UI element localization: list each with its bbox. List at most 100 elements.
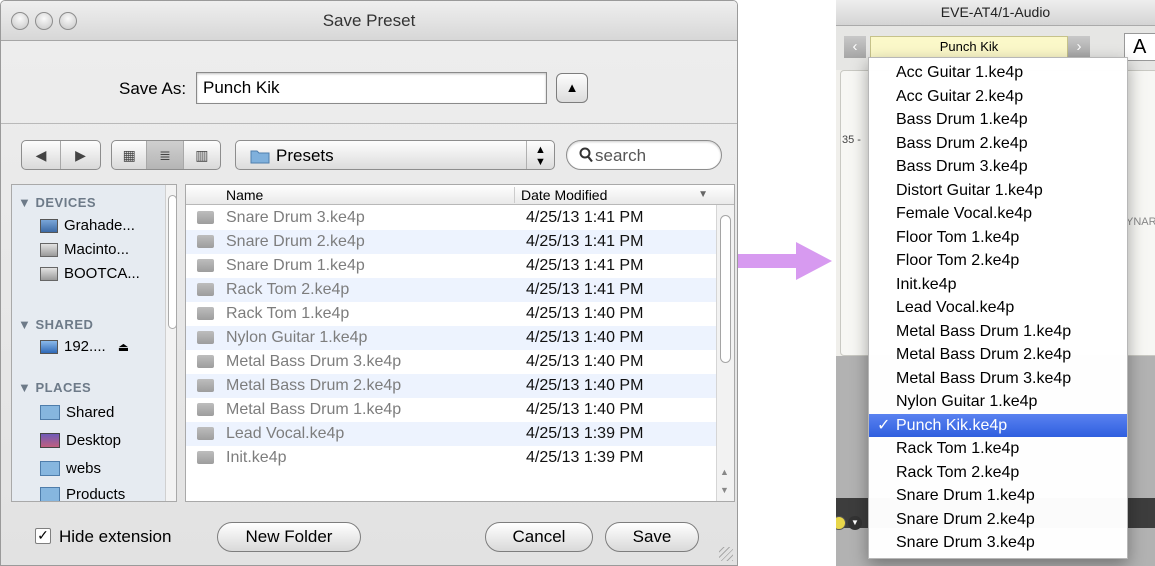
preset-name-field[interactable]: Punch Kik: [870, 36, 1068, 58]
file-list: Name Date Modified ▼ Snare Drum 3.ke4p 4/…: [185, 184, 735, 502]
file-row[interactable]: Metal Bass Drum 2.ke4p 4/25/13 1:40 PM: [186, 374, 716, 398]
forward-button[interactable]: ▶: [61, 141, 100, 169]
menu-item[interactable]: Lead Vocal.ke4p: [869, 296, 1127, 320]
menu-item[interactable]: Bass Drum 3.ke4p: [869, 155, 1127, 179]
menu-item[interactable]: Metal Bass Drum 1.ke4p: [869, 320, 1127, 344]
places-header[interactable]: ▼ PLACES: [18, 380, 91, 395]
file-icon: [197, 355, 214, 368]
file-row[interactable]: Rack Tom 1.ke4p 4/25/13 1:40 PM: [186, 302, 716, 326]
sidebar-item-places-products[interactable]: Products: [40, 486, 125, 501]
scroll-up-icon[interactable]: ▲: [720, 467, 729, 477]
sidebar-item-places-desktop[interactable]: Desktop: [40, 432, 121, 449]
file-row[interactable]: Snare Drum 3.ke4p 4/25/13 1:41 PM: [186, 206, 716, 230]
menu-item[interactable]: Female Vocal.ke4p: [869, 202, 1127, 226]
menu-item[interactable]: Rack Tom 2.ke4p: [869, 461, 1127, 485]
file-icon: [197, 331, 214, 344]
menu-item[interactable]: Bass Drum 1.ke4p: [869, 108, 1127, 132]
save-button[interactable]: Save: [605, 522, 699, 552]
file-row[interactable]: Init.ke4p 4/25/13 1:39 PM: [186, 446, 716, 470]
resize-grip-icon[interactable]: [719, 547, 733, 561]
sidebar-item-device-3[interactable]: BOOTCA...: [40, 265, 140, 282]
columns-icon: ▥: [195, 146, 209, 163]
next-preset-button[interactable]: ›: [1068, 36, 1090, 58]
search-placeholder: search: [595, 146, 647, 165]
scroll-down-icon[interactable]: ▼: [720, 485, 729, 495]
back-forward-buttons: ◀ ▶: [21, 140, 101, 170]
sidebar-item-label: Macinto...: [64, 241, 130, 258]
column-header-name[interactable]: Name: [226, 187, 263, 203]
grid-icon: ▦: [122, 146, 136, 163]
title-bar: Save Preset: [1, 1, 737, 41]
list-view-button[interactable]: ≣: [147, 141, 184, 169]
back-arrow-icon: ◀: [35, 146, 47, 163]
file-row[interactable]: Snare Drum 2.ke4p 4/25/13 1:41 PM: [186, 230, 716, 254]
file-row[interactable]: Rack Tom 2.ke4p 4/25/13 1:41 PM: [186, 278, 716, 302]
location-label: Presets: [276, 146, 334, 165]
sidebar-scroll-thumb[interactable]: [168, 195, 176, 329]
menu-item[interactable]: Nylon Guitar 1.ke4p: [869, 390, 1127, 414]
devices-header[interactable]: ▼ DEVICES: [18, 195, 96, 210]
sidebar-scrollbar[interactable]: [165, 185, 176, 501]
sidebar-item-places-shared[interactable]: Shared: [40, 404, 114, 421]
menu-item[interactable]: Snare Drum 3.ke4p: [869, 531, 1127, 555]
checkmark-icon: ✓: [37, 527, 49, 543]
menu-item[interactable]: Snare Drum 2.ke4p: [869, 508, 1127, 532]
menu-item[interactable]: Bass Drum 2.ke4p: [869, 132, 1127, 156]
file-list-scrollbar[interactable]: ▲ ▼: [716, 205, 734, 501]
file-date: 4/25/13 1:40 PM: [526, 329, 644, 346]
sidebar-item-device-2[interactable]: Macinto...: [40, 241, 129, 258]
sidebar-item-places-webs[interactable]: webs: [40, 460, 101, 477]
save-as-input[interactable]: [196, 72, 547, 104]
file-name: Snare Drum 2.ke4p: [226, 233, 365, 250]
a-compare-button[interactable]: A: [1124, 33, 1155, 61]
checkmark-icon: ✓: [877, 416, 891, 434]
right-arrow-icon: [738, 242, 832, 280]
file-date: 4/25/13 1:40 PM: [526, 377, 644, 394]
menu-item[interactable]: Acc Guitar 2.ke4p: [869, 85, 1127, 109]
menu-item[interactable]: Metal Bass Drum 3.ke4p: [869, 367, 1127, 391]
menu-item[interactable]: Floor Tom 2.ke4p: [869, 249, 1127, 273]
menu-item[interactable]: Rack Tom 1.ke4p: [869, 437, 1127, 461]
file-row[interactable]: Metal Bass Drum 1.ke4p 4/25/13 1:40 PM: [186, 398, 716, 422]
column-header-date-label: Date Modified: [521, 187, 608, 203]
sidebar-item-label: webs: [66, 460, 102, 477]
file-row[interactable]: Nylon Guitar 1.ke4p 4/25/13 1:40 PM: [186, 326, 716, 350]
cancel-button[interactable]: Cancel: [485, 522, 593, 552]
file-row[interactable]: Lead Vocal.ke4p 4/25/13 1:39 PM: [186, 422, 716, 446]
file-name: Nylon Guitar 1.ke4p: [226, 329, 368, 346]
menu-item[interactable]: Init.ke4p: [869, 273, 1127, 297]
file-icon: [197, 427, 214, 440]
expand-dialog-button[interactable]: ▲: [556, 73, 588, 103]
menu-item[interactable]: Metal Bass Drum 2.ke4p: [869, 343, 1127, 367]
search-field[interactable]: search: [566, 140, 722, 170]
file-date: 4/25/13 1:40 PM: [526, 353, 644, 370]
window-title: Save Preset: [322, 11, 416, 30]
column-header-date[interactable]: Date Modified ▼: [514, 187, 718, 203]
new-folder-button[interactable]: New Folder: [217, 522, 361, 552]
previous-preset-button[interactable]: ‹: [844, 36, 866, 58]
file-name: Rack Tom 2.ke4p: [226, 281, 350, 298]
column-view-button[interactable]: ▥: [184, 141, 220, 169]
sidebar-item-device-1[interactable]: Grahade...: [40, 217, 135, 234]
menu-item[interactable]: Floor Tom 1.ke4p: [869, 226, 1127, 250]
divider: [1, 123, 737, 124]
shared-header[interactable]: ▼ SHARED: [18, 317, 93, 332]
menu-item-selected[interactable]: ✓ Punch Kik.ke4p: [869, 413, 1127, 437]
file-row[interactable]: Metal Bass Drum 3.ke4p 4/25/13 1:40 PM: [186, 350, 716, 374]
location-popup[interactable]: Presets ▲ ▼: [235, 140, 555, 170]
eject-icon[interactable]: ⏏: [118, 340, 129, 354]
down-button-icon[interactable]: ▼: [848, 516, 862, 530]
menu-item[interactable]: Snare Drum 1.ke4p: [869, 484, 1127, 508]
sidebar-item-shared-1[interactable]: 192.... ⏏: [40, 338, 129, 355]
file-icon: [197, 259, 214, 272]
menu-item[interactable]: Acc Guitar 1.ke4p: [869, 61, 1127, 85]
back-button[interactable]: ◀: [22, 141, 62, 169]
folder-icon: [40, 461, 60, 476]
menu-item[interactable]: Distort Guitar 1.ke4p: [869, 179, 1127, 203]
file-list-scroll-thumb[interactable]: [720, 215, 731, 363]
file-row[interactable]: Snare Drum 1.ke4p 4/25/13 1:41 PM: [186, 254, 716, 278]
hide-extension-checkbox[interactable]: ✓: [35, 528, 51, 544]
file-icon: [197, 307, 214, 320]
file-list-header: Name Date Modified ▼: [186, 185, 734, 205]
icon-view-button[interactable]: ▦: [112, 141, 148, 169]
